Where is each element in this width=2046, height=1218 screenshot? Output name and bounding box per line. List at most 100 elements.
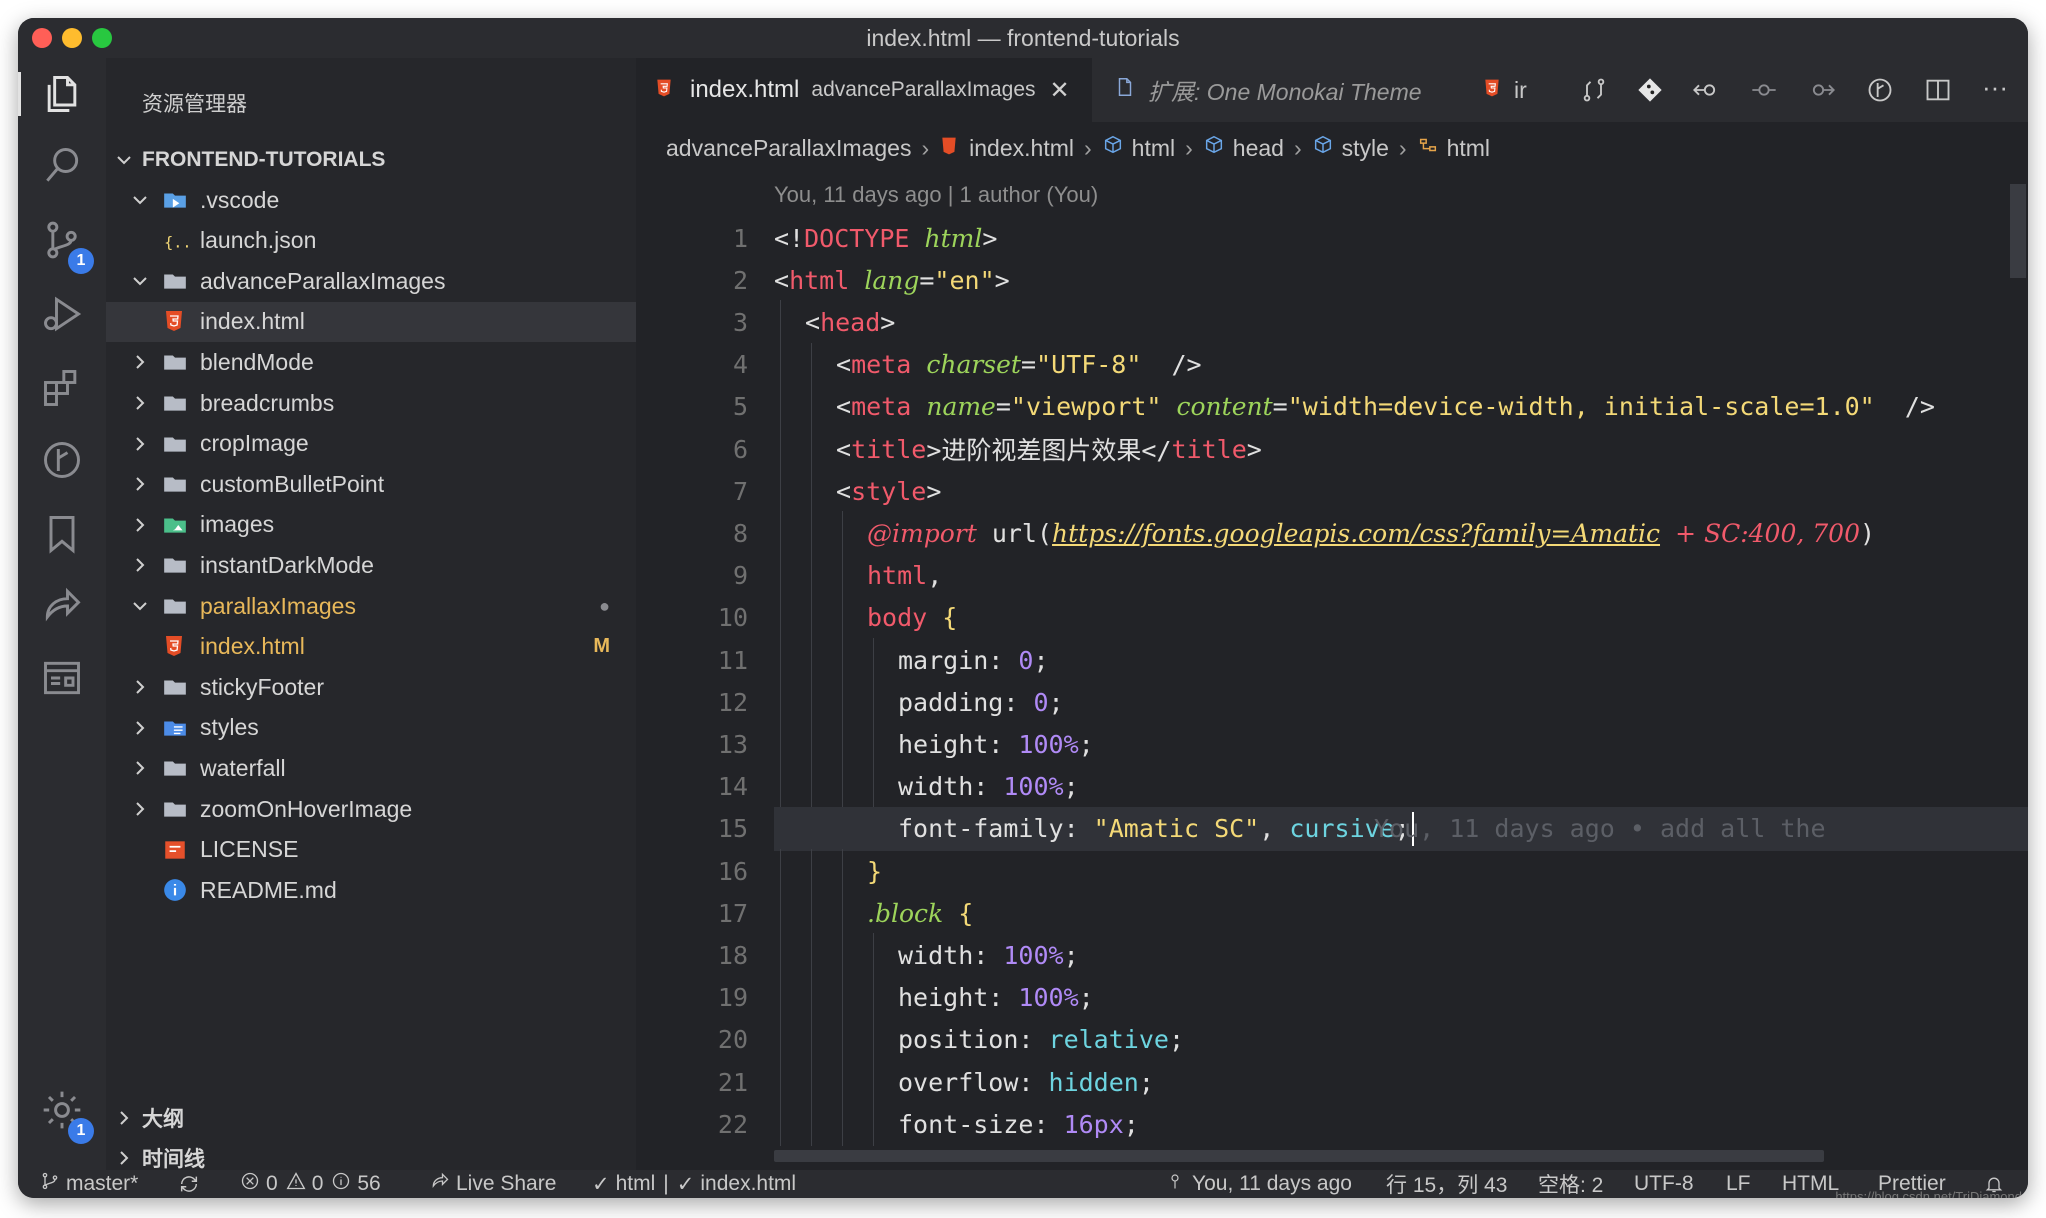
code-token: style [851, 476, 927, 506]
code-token: /> [1141, 350, 1202, 380]
tree-item[interactable]: cropImage [106, 424, 636, 464]
indent-guide [780, 933, 781, 978]
open-changes-icon[interactable] [1580, 76, 1608, 109]
indent-guide [780, 849, 781, 893]
timeline-icon[interactable] [1866, 76, 1894, 109]
git-graph-icon[interactable] [40, 438, 84, 482]
tree-item[interactable]: LICENSE [106, 830, 636, 870]
tree-item[interactable]: images [106, 505, 636, 545]
more-actions-icon[interactable]: ··· [1982, 72, 2008, 103]
tree-item[interactable]: breadcrumbs [106, 383, 636, 423]
tree-item[interactable]: instantDarkMode [106, 545, 636, 585]
watermark-text: https://blog.csdn.net/TriDiamond [1835, 1189, 2022, 1198]
code-text: width: 100%; [898, 765, 1079, 809]
tree-item[interactable]: zoomOnHoverImage [106, 789, 636, 829]
tree-item[interactable]: blendMode [106, 342, 636, 382]
minimize-window-button[interactable] [62, 28, 82, 48]
split-editor-icon[interactable] [1924, 76, 1952, 109]
json-file-icon: {..} [162, 228, 200, 254]
sync-icon[interactable] [178, 1170, 200, 1198]
indent-guide [842, 1017, 843, 1062]
codelens-author[interactable]: You, 11 days ago | 1 author (You) [774, 182, 1098, 208]
encoding-status[interactable]: UTF-8 [1634, 1170, 1694, 1198]
tree-item[interactable]: index.html M [106, 627, 636, 667]
language-mode-status[interactable]: HTML [1782, 1170, 1839, 1198]
breadcrumb-folder[interactable]: advanceParallaxImages [666, 135, 911, 162]
line-number: 9 [732, 561, 748, 591]
tree-item[interactable]: advanceParallaxImages [106, 261, 636, 301]
code-editor[interactable]: You, 11 days ago | 1 author (You) 1 <! DOC… [636, 174, 2028, 1170]
explorer-sidebar: 资源管理器 FRONTEND-TUTORIALS .vscode {..} laun… [106, 58, 636, 1171]
html5-icon [939, 135, 959, 162]
code-token: = [1020, 350, 1037, 380]
indent-guide [811, 680, 812, 725]
breadcrumb-file[interactable]: index.html [939, 135, 1074, 162]
tree-item[interactable]: customBulletPoint [106, 464, 636, 504]
tab-extension-theme[interactable]: 扩展: One Monokai Theme [1092, 58, 1452, 122]
zoom-window-button[interactable] [92, 28, 112, 48]
code-token: > [994, 265, 1010, 295]
indent-guide [811, 511, 812, 556]
close-icon[interactable]: ✕ [1050, 76, 1070, 105]
code-token: html [924, 223, 983, 253]
extensions-icon[interactable] [40, 366, 84, 410]
remote-explorer-icon[interactable] [40, 656, 84, 700]
tab-ir[interactable]: ir [1472, 58, 1552, 122]
live-share-status[interactable]: Live Share [430, 1170, 556, 1198]
previous-change-icon[interactable] [1692, 76, 1720, 109]
activity-bar: 1 1 [18, 58, 106, 1170]
indent-guide [811, 722, 812, 767]
tree-item[interactable]: {..} launch.json [106, 221, 636, 261]
tree-item[interactable]: styles [106, 708, 636, 748]
chevron-right-icon [128, 553, 152, 577]
files-icon[interactable] [40, 72, 84, 116]
code-token: charset [926, 350, 1021, 380]
outline-section-header[interactable]: 大纲 [106, 1098, 636, 1138]
tree-item-label: parallaxImages [200, 592, 356, 619]
close-window-button[interactable] [32, 28, 52, 48]
code-token: > [880, 307, 896, 337]
eol-status[interactable]: LF [1726, 1170, 1751, 1198]
line-number: 18 [717, 940, 748, 970]
breadcrumb-symbol-html[interactable]: html [1102, 134, 1175, 162]
code-line: 18 width: 100%; [636, 933, 2028, 978]
breadcrumb-symbol-style[interactable]: style [1312, 134, 1389, 162]
branch-status[interactable]: master* [40, 1170, 138, 1198]
folder-icon [162, 268, 188, 294]
tree-item[interactable]: waterfall [106, 748, 636, 788]
breadcrumb-symbol-selector[interactable]: html [1417, 134, 1490, 162]
git-diamond-icon[interactable] [1636, 76, 1664, 109]
search-icon[interactable] [40, 144, 84, 188]
line-number: 5 [732, 392, 748, 422]
tree-item[interactable]: .vscode [106, 180, 636, 220]
cursor-position-status[interactable]: 行 15，列 43 [1386, 1170, 1507, 1198]
code-line: 15 font-family: "Amatic SC", cursive; You,… [636, 806, 2028, 851]
bookmarks-icon[interactable] [40, 512, 84, 556]
tree-item[interactable]: README.md [106, 870, 636, 910]
breadcrumb-symbol-head[interactable]: head [1203, 134, 1284, 162]
tree-item[interactable]: parallaxImages ● [106, 586, 636, 626]
indentation-status[interactable]: 空格: 2 [1538, 1170, 1603, 1198]
code-token: relative [1048, 1025, 1169, 1055]
code-token: 100% [1018, 729, 1079, 759]
tab-index-html[interactable]: index.html advanceParallaxImages ✕ [636, 58, 1092, 122]
horizontal-scrollbar[interactable] [774, 1150, 1824, 1162]
tree-item-label: stickyFooter [200, 673, 324, 700]
modified-dot: ● [599, 595, 610, 616]
problems-status[interactable]: 0 0 56 [240, 1170, 381, 1198]
code-text: .block { [867, 891, 973, 935]
live-share-icon[interactable] [40, 584, 84, 628]
html-check-status[interactable]: ✓ html | ✓ index.html [592, 1170, 796, 1198]
line-number: 4 [732, 350, 748, 380]
line-number: 2 [732, 265, 748, 295]
code-token: 16px [1063, 1109, 1124, 1139]
run-debug-icon[interactable] [40, 292, 84, 336]
commit-icon[interactable] [1750, 76, 1778, 109]
vertical-scrollbar[interactable] [2010, 184, 2026, 278]
next-change-icon[interactable] [1808, 76, 1836, 109]
git-blame-status[interactable]: You, 11 days ago [1166, 1170, 1352, 1198]
tree-item[interactable]: stickyFooter [106, 667, 636, 707]
cube-icon [1312, 134, 1334, 162]
explorer-root-header[interactable]: FRONTEND-TUTORIALS [106, 140, 636, 180]
tree-item[interactable]: index.html [106, 301, 636, 342]
